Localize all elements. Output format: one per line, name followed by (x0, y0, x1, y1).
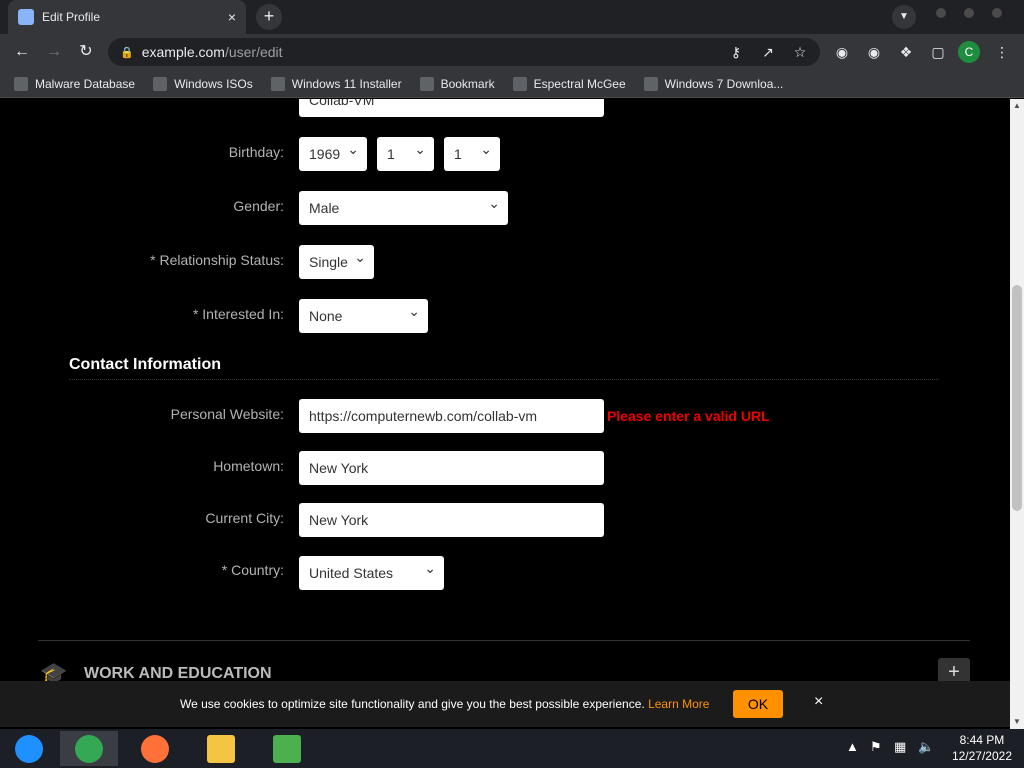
volume-icon[interactable]: 🔈 (918, 739, 934, 755)
tab-search-icon[interactable]: ▼ (892, 5, 916, 29)
star-icon[interactable]: ☆ (790, 42, 810, 62)
tab-close-icon[interactable]: × (228, 9, 236, 25)
browser-tab-bar: Edit Profile × + ▼ (0, 0, 1024, 34)
interested-select[interactable]: None (299, 299, 428, 333)
bookmark-icon (270, 76, 285, 91)
cookie-close-icon[interactable]: × (814, 693, 823, 711)
bookmark-item[interactable]: Windows 7 Downloa... (643, 76, 783, 91)
hometown-label: Hometown: (213, 458, 284, 474)
bookmark-item[interactable]: Windows ISOs (153, 76, 253, 91)
birthday-month-select[interactable]: 1 (377, 137, 434, 171)
side-panel-icon[interactable]: ▢ (928, 42, 948, 62)
section-divider (38, 640, 970, 641)
new-tab-button[interactable]: + (256, 4, 282, 30)
taskbar-app[interactable] (126, 731, 184, 766)
taskbar: ▲ ⚑ ▦ 🔈 8:44 PM 12/27/2022 (0, 729, 1024, 768)
birthday-day-select[interactable]: 1 (444, 137, 500, 171)
folder-icon (207, 734, 235, 763)
reload-icon[interactable]: ↻ (70, 36, 102, 68)
bookmark-item[interactable]: Windows 11 Installer (270, 76, 402, 91)
clock[interactable]: 8:44 PM 12/27/2022 (952, 732, 1012, 764)
bookmark-item[interactable]: Bookmark (419, 76, 495, 91)
network-app-icon (273, 734, 301, 763)
start-orb-icon (15, 734, 43, 763)
page-scrollbar[interactable]: ▲ ▼ (1010, 99, 1024, 729)
bookmark-icon (14, 76, 28, 91)
bookmark-icon (643, 76, 658, 91)
key-icon[interactable]: ⚷ (726, 42, 746, 62)
taskbar-app[interactable] (192, 731, 250, 766)
maximize-button[interactable] (964, 8, 974, 18)
clock-date: 12/27/2022 (951, 749, 1012, 763)
bookmark-item[interactable]: Espectral McGee (512, 76, 626, 91)
learn-more-link[interactable]: Learn More (648, 697, 709, 711)
tab-title: Edit Profile (42, 10, 101, 24)
scroll-up-icon[interactable]: ▲ (1010, 99, 1024, 113)
birthday-year-select[interactable]: 1969 (299, 137, 367, 171)
bookmark-icon (419, 76, 434, 91)
lock-icon[interactable]: 🔒 (120, 46, 134, 59)
cookie-message: We use cookies to optimize site function… (180, 697, 710, 711)
browser-icon (75, 734, 103, 763)
bookmark-item[interactable]: Malware Database (14, 76, 135, 91)
network-icon[interactable]: ▦ (894, 739, 906, 755)
birthday-label: Birthday: (228, 144, 284, 160)
name-input[interactable]: Collab-VM (299, 99, 604, 117)
share-icon[interactable]: ↗ (758, 42, 778, 62)
start-button[interactable] (0, 731, 58, 766)
city-label: Current City: (205, 510, 284, 526)
scrollbar-thumb[interactable] (1012, 285, 1022, 511)
relationship-select[interactable]: Single (299, 245, 374, 279)
flag-icon[interactable]: ⚑ (870, 739, 882, 755)
address-bar[interactable]: 🔒 example.com/user/edit ⚷ ↗ ☆ (108, 38, 820, 66)
taskbar-app[interactable] (60, 731, 118, 766)
close-window-button[interactable] (992, 8, 1002, 18)
website-error: Please enter a valid URL (607, 408, 770, 424)
url-text: example.com/user/edit (141, 44, 283, 60)
browser-icon-2 (141, 734, 169, 763)
browser-toolbar: ← → ↻ 🔒 example.com/user/edit ⚷ ↗ ☆ ◉ ◉ … (0, 34, 1024, 70)
contact-section-title: Contact Information (69, 356, 221, 373)
website-input[interactable]: https://computernewb.com/collab-vm (299, 399, 604, 433)
bookmark-icon (153, 76, 168, 91)
bookmark-icon (512, 76, 527, 91)
taskbar-app[interactable] (258, 731, 316, 766)
puzzle-icon[interactable]: ❖ (896, 42, 916, 62)
cookie-ok-button[interactable]: OK (733, 690, 783, 718)
cookie-banner: We use cookies to optimize site function… (0, 681, 1010, 727)
extension-icon-2[interactable]: ◉ (864, 42, 884, 62)
website-label: Personal Website: (170, 406, 284, 422)
city-input[interactable]: New York (299, 503, 604, 537)
tray-expand-icon[interactable]: ▲ (846, 739, 859, 754)
clock-time: 8:44 PM (959, 733, 1005, 747)
hometown-input[interactable]: New York (299, 451, 604, 485)
profile-avatar[interactable]: C (958, 41, 980, 63)
section-divider (69, 379, 939, 380)
extension-icon[interactable]: ◉ (832, 42, 852, 62)
relationship-label: * Relationship Status: (150, 252, 284, 268)
forward-arrow-icon[interactable]: → (38, 36, 70, 68)
country-select[interactable]: United States (299, 556, 444, 590)
menu-icon[interactable]: ⋮ (992, 42, 1012, 62)
gender-label: Gender: (233, 198, 284, 214)
minimize-button[interactable] (936, 8, 946, 18)
back-arrow-icon[interactable]: ← (6, 36, 38, 68)
site-favicon-icon (18, 9, 34, 25)
interested-label: * Interested In: (192, 306, 284, 322)
scroll-down-icon[interactable]: ▼ (1010, 715, 1024, 729)
country-label: * Country: (221, 562, 284, 578)
gender-select[interactable]: Male (299, 191, 508, 225)
browser-tab[interactable]: Edit Profile × (8, 0, 246, 34)
page-content: Collab-VM Birthday: 1969 1 1 Gender: Mal… (0, 99, 1010, 729)
bookmarks-bar: Malware Database Windows ISOs Windows 11… (0, 70, 1024, 98)
